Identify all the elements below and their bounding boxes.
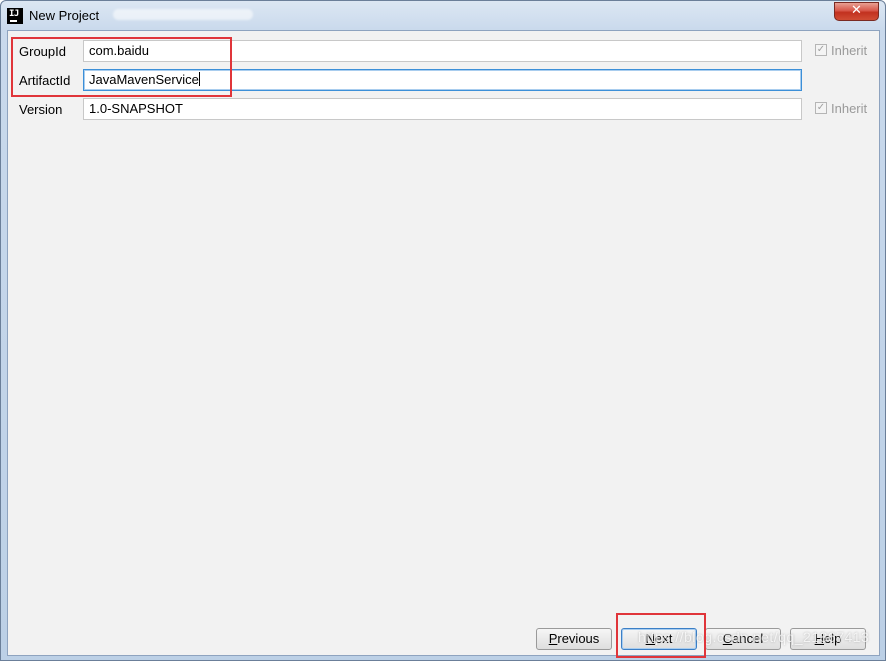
title-bar[interactable]: IJ New Project ✕ [1, 1, 885, 31]
cancel-label: ancel [732, 631, 764, 646]
previous-button[interactable]: Previous [536, 628, 612, 650]
group-id-value: com.baidu [89, 43, 149, 58]
artifact-id-input[interactable]: JavaMavenService [83, 69, 802, 91]
next-mnemonic: N [645, 631, 656, 646]
artifact-id-row: ArtifactId JavaMavenService [8, 69, 881, 93]
close-button[interactable]: ✕ [834, 2, 879, 21]
help-mnemonic: H [814, 631, 825, 646]
version-input[interactable]: 1.0-SNAPSHOT [83, 98, 802, 120]
version-value: 1.0-SNAPSHOT [89, 101, 183, 116]
version-inherit-label: Inherit [831, 101, 868, 116]
version-label: Version [19, 102, 63, 117]
new-project-window: IJ New Project ✕ GroupId com.baidu ✓ Inh… [0, 0, 886, 661]
group-id-input[interactable]: com.baidu [83, 40, 802, 62]
version-row: Version 1.0-SNAPSHOT ✓ Inherit [8, 98, 881, 122]
next-button[interactable]: Next [621, 628, 697, 650]
artifact-id-value: JavaMavenService [89, 72, 199, 87]
help-label: elp [824, 631, 842, 646]
group-id-row: GroupId com.baidu ✓ Inherit [8, 40, 881, 64]
dialog-content: GroupId com.baidu ✓ Inherit ArtifactId J… [7, 30, 880, 656]
previous-label: revious [557, 631, 600, 646]
cancel-mnemonic: C [722, 631, 733, 646]
group-id-label: GroupId [19, 44, 66, 59]
window-title: New Project [29, 8, 100, 23]
artifact-id-label: ArtifactId [19, 73, 71, 88]
checkbox-icon: ✓ [815, 102, 827, 114]
group-id-inherit-label: Inherit [831, 43, 868, 58]
help-button[interactable]: Help [790, 628, 866, 650]
next-label: ext [655, 631, 673, 646]
intellij-icon: IJ [7, 8, 23, 24]
text-caret [198, 72, 200, 86]
checkbox-icon: ✓ [815, 44, 827, 56]
cancel-button[interactable]: Cancel [705, 628, 781, 650]
close-icon: ✕ [851, 3, 862, 18]
blurred-title-path [113, 9, 253, 20]
